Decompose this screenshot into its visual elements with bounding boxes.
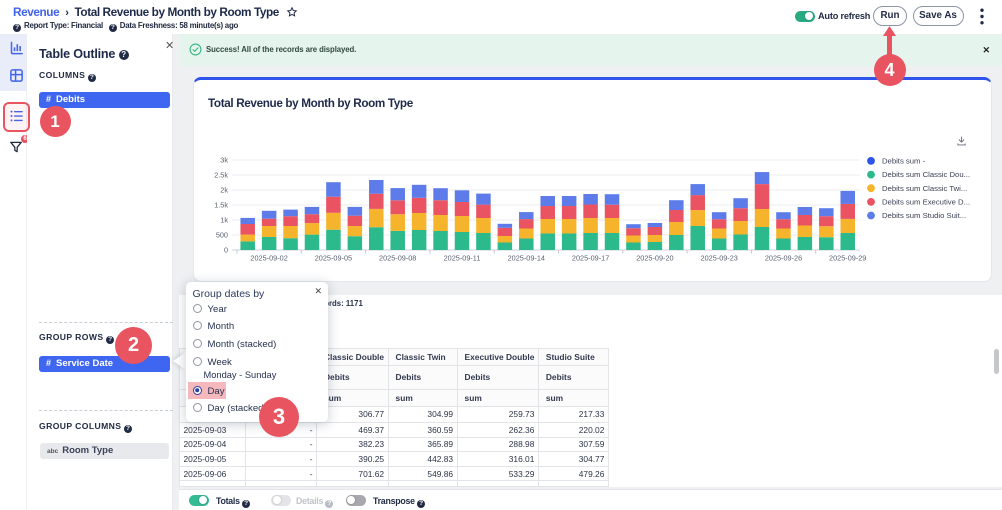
- svg-text:2025-09-11: 2025-09-11: [444, 254, 481, 263]
- svg-text:2025-09-29: 2025-09-29: [829, 254, 866, 263]
- svg-text:2025-09-08: 2025-09-08: [379, 254, 416, 263]
- svg-text:0: 0: [224, 246, 228, 255]
- svg-text:2025-09-05: 2025-09-05: [315, 254, 352, 263]
- svg-text:2025-09-02: 2025-09-02: [250, 254, 287, 263]
- svg-text:Debits sum Executive D...: Debits sum Executive D...: [882, 198, 970, 207]
- svg-text:2025-09-26: 2025-09-26: [765, 254, 802, 263]
- svg-text:2.5k: 2.5k: [214, 171, 228, 180]
- svg-text:Debits sum Studio Suit...: Debits sum Studio Suit...: [882, 211, 966, 220]
- svg-text:2k: 2k: [220, 186, 228, 195]
- svg-text:Debits sum Classic Dou...: Debits sum Classic Dou...: [882, 170, 970, 179]
- svg-text:2025-09-14: 2025-09-14: [508, 254, 545, 263]
- svg-text:Debits sum -: Debits sum -: [882, 157, 926, 166]
- svg-text:2025-09-23: 2025-09-23: [701, 254, 738, 263]
- svg-text:3k: 3k: [220, 156, 228, 165]
- svg-text:1k: 1k: [220, 216, 228, 225]
- svg-text:2025-09-17: 2025-09-17: [572, 254, 609, 263]
- svg-text:500: 500: [216, 231, 228, 240]
- svg-text:1.5k: 1.5k: [214, 201, 228, 210]
- svg-text:2025-09-20: 2025-09-20: [636, 254, 673, 263]
- svg-text:Debits sum Classic Twi...: Debits sum Classic Twi...: [882, 184, 967, 193]
